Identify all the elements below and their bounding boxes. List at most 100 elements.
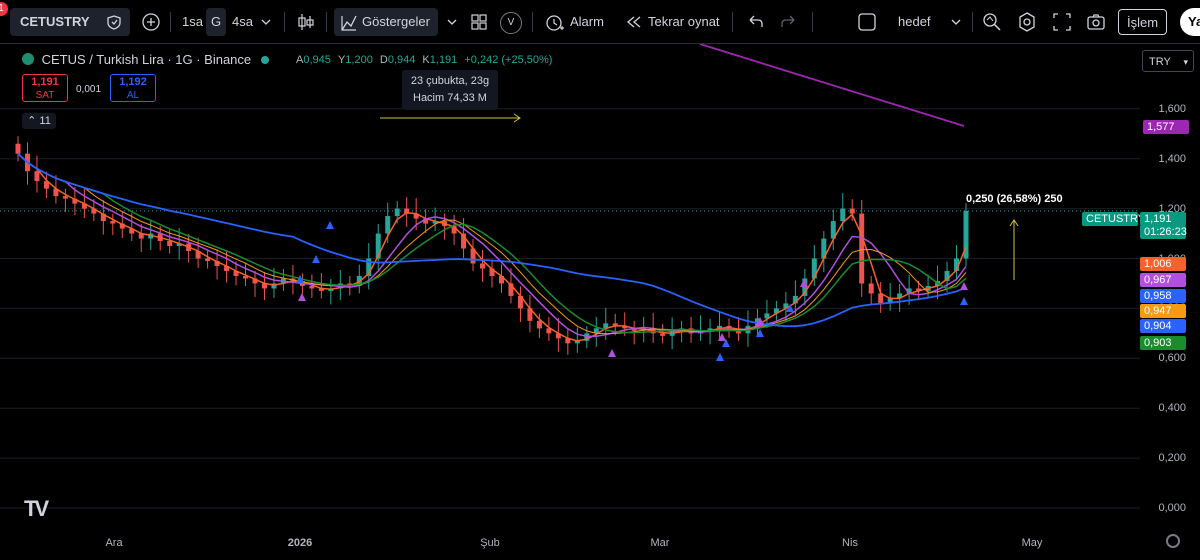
symbol-search-button[interactable]: CETUSTRY (10, 8, 130, 36)
price-tag: 01:26:23 (1140, 225, 1187, 239)
alert-button[interactable]: Alarm (544, 8, 604, 36)
collapse-indicators-button[interactable]: ⌃ 11 (22, 113, 56, 129)
v-button[interactable]: V (500, 12, 522, 34)
price-tag: 0,958 (1140, 289, 1186, 303)
signal-magenta-triangle (298, 293, 306, 301)
candle-body (849, 208, 855, 214)
price-tag: 1,191 (1140, 212, 1186, 226)
candle-body (859, 213, 865, 284)
time-axis[interactable]: Ara 2026 Şub Mar Nis May (0, 530, 1140, 560)
signal-up-triangle (960, 297, 968, 305)
candle-body (480, 263, 486, 269)
chart-legend: CETUS / Turkish Lira · 1G · Binance (22, 52, 269, 67)
trade-button[interactable]: İşlem (1118, 9, 1168, 35)
price-tag: 0,947 (1140, 304, 1186, 318)
layouts-grid-icon[interactable] (470, 8, 490, 36)
horizontal-arrow-drawing (380, 113, 521, 123)
y-axis-label: 0,200 (1158, 452, 1186, 465)
price-chart[interactable] (0, 44, 1140, 530)
interval-g[interactable]: G (206, 8, 227, 36)
candle-body (840, 208, 846, 222)
price-axis[interactable]: 1,6001,4001,2001,0000,8000,6000,4000,200… (1140, 44, 1200, 530)
layout-dropdown-icon[interactable] (950, 8, 962, 36)
y-axis-label: 0,600 (1158, 352, 1186, 365)
y-axis-label: 1,600 (1158, 102, 1186, 115)
fullscreen-icon[interactable] (1052, 8, 1072, 36)
candle-body (385, 216, 391, 234)
alarm-clock-icon (544, 8, 564, 46)
currency-select[interactable]: TRY ▾ (1142, 50, 1194, 72)
screener-search-icon[interactable] (982, 8, 1002, 36)
sell-price: 1,191 (31, 76, 59, 88)
ma-purple-line (699, 44, 965, 127)
add-symbol-icon[interactable] (140, 8, 162, 36)
candle-type-icon[interactable] (296, 8, 318, 36)
spread-value: 0,001 (76, 84, 102, 95)
indicators-button[interactable]: Göstergeler (334, 8, 438, 36)
price-tag: 0,903 (1140, 336, 1186, 350)
market-status-dot (260, 56, 269, 64)
signal-up-triangle (326, 221, 334, 229)
buy-price: 1,192 (119, 76, 147, 88)
x-axis-label: Mar (650, 537, 670, 549)
candle-body (167, 241, 173, 247)
tooltip-bars: 23 çubukta, 23g (410, 75, 490, 87)
tooltip-volume: Hacim 74,33 M (413, 92, 487, 104)
price-range-measure-label: 0,250 (26,58%) 250 (966, 193, 1063, 205)
close-value: 1,191 (429, 54, 458, 66)
indicator-count: 11 (39, 115, 51, 127)
symbol-name: CETUSTRY (20, 14, 90, 29)
undo-icon[interactable] (746, 8, 764, 36)
sell-button[interactable]: 1,191 SAT (22, 74, 68, 102)
y-axis-label: 0,000 (1158, 502, 1186, 514)
ohlc-values: A0,945 Y1,200 D0,944 K1,191 +0,242 (+25,… (296, 54, 553, 66)
redo-icon[interactable] (780, 8, 798, 36)
candle-body (62, 196, 68, 199)
x-axis-label: Şub (480, 537, 500, 549)
x-axis-label: May (1021, 537, 1043, 549)
y-axis-label: 1,400 (1158, 152, 1186, 165)
chart-settings-gear-icon[interactable] (1166, 534, 1180, 548)
chevron-down-icon: ▾ (1183, 57, 1188, 67)
replay-label: Tekrar oynat (648, 14, 720, 29)
low-value: 0,944 (387, 54, 416, 66)
alert-label: Alarm (570, 14, 604, 29)
buy-button[interactable]: 1,192 AL (110, 74, 156, 102)
x-axis-label: Ara (105, 537, 123, 549)
interval-4sa[interactable]: 4sa (232, 8, 253, 36)
candle-body (868, 283, 874, 294)
candle-body (660, 333, 666, 336)
notification-badge[interactable]: 1 (0, 2, 8, 16)
candle-body (394, 208, 400, 217)
top-toolbar: 1 CETUSTRY 1sa G 4sa Göstergeler V Alarm (0, 0, 1200, 44)
replay-button[interactable]: Tekrar oynat (624, 8, 720, 36)
chevron-up-icon: ⌃ (27, 115, 37, 127)
x-axis-label: Nis (842, 537, 858, 549)
layout-checkbox-icon[interactable] (858, 8, 876, 36)
y-axis-label: 0,400 (1158, 402, 1186, 415)
candle-body (110, 221, 116, 224)
currency-value: TRY (1149, 56, 1171, 68)
x-axis-label: 2026 (287, 537, 313, 549)
symbol-shield-icon (106, 8, 122, 46)
interval-dropdown-icon[interactable] (260, 8, 274, 36)
replay-icon (624, 8, 644, 46)
signal-magenta-triangle (608, 349, 616, 357)
candle-body (536, 320, 542, 329)
measure-tooltip: 23 çubukta, 23g Hacim 74,33 M (402, 70, 498, 110)
interval-1sa[interactable]: 1sa (182, 8, 203, 36)
high-value: 1,200 (345, 54, 373, 66)
candle-body (15, 143, 21, 154)
snapshot-camera-icon[interactable] (1086, 8, 1106, 36)
indicators-label: Göstergeler (362, 14, 430, 29)
publish-button[interactable]: Ya (1180, 8, 1200, 36)
layout-name[interactable]: hedef (898, 8, 931, 36)
price-tag: 0,967 (1140, 273, 1186, 287)
candle-body (205, 258, 211, 261)
settings-gear-icon[interactable] (1016, 8, 1038, 36)
price-tag: CETUSTRY (1082, 212, 1145, 226)
indicators-dropdown-icon[interactable] (446, 8, 458, 36)
candle-body (34, 171, 40, 182)
sell-label: SAT (35, 90, 55, 101)
tradingview-logo[interactable]: TV (24, 496, 49, 522)
